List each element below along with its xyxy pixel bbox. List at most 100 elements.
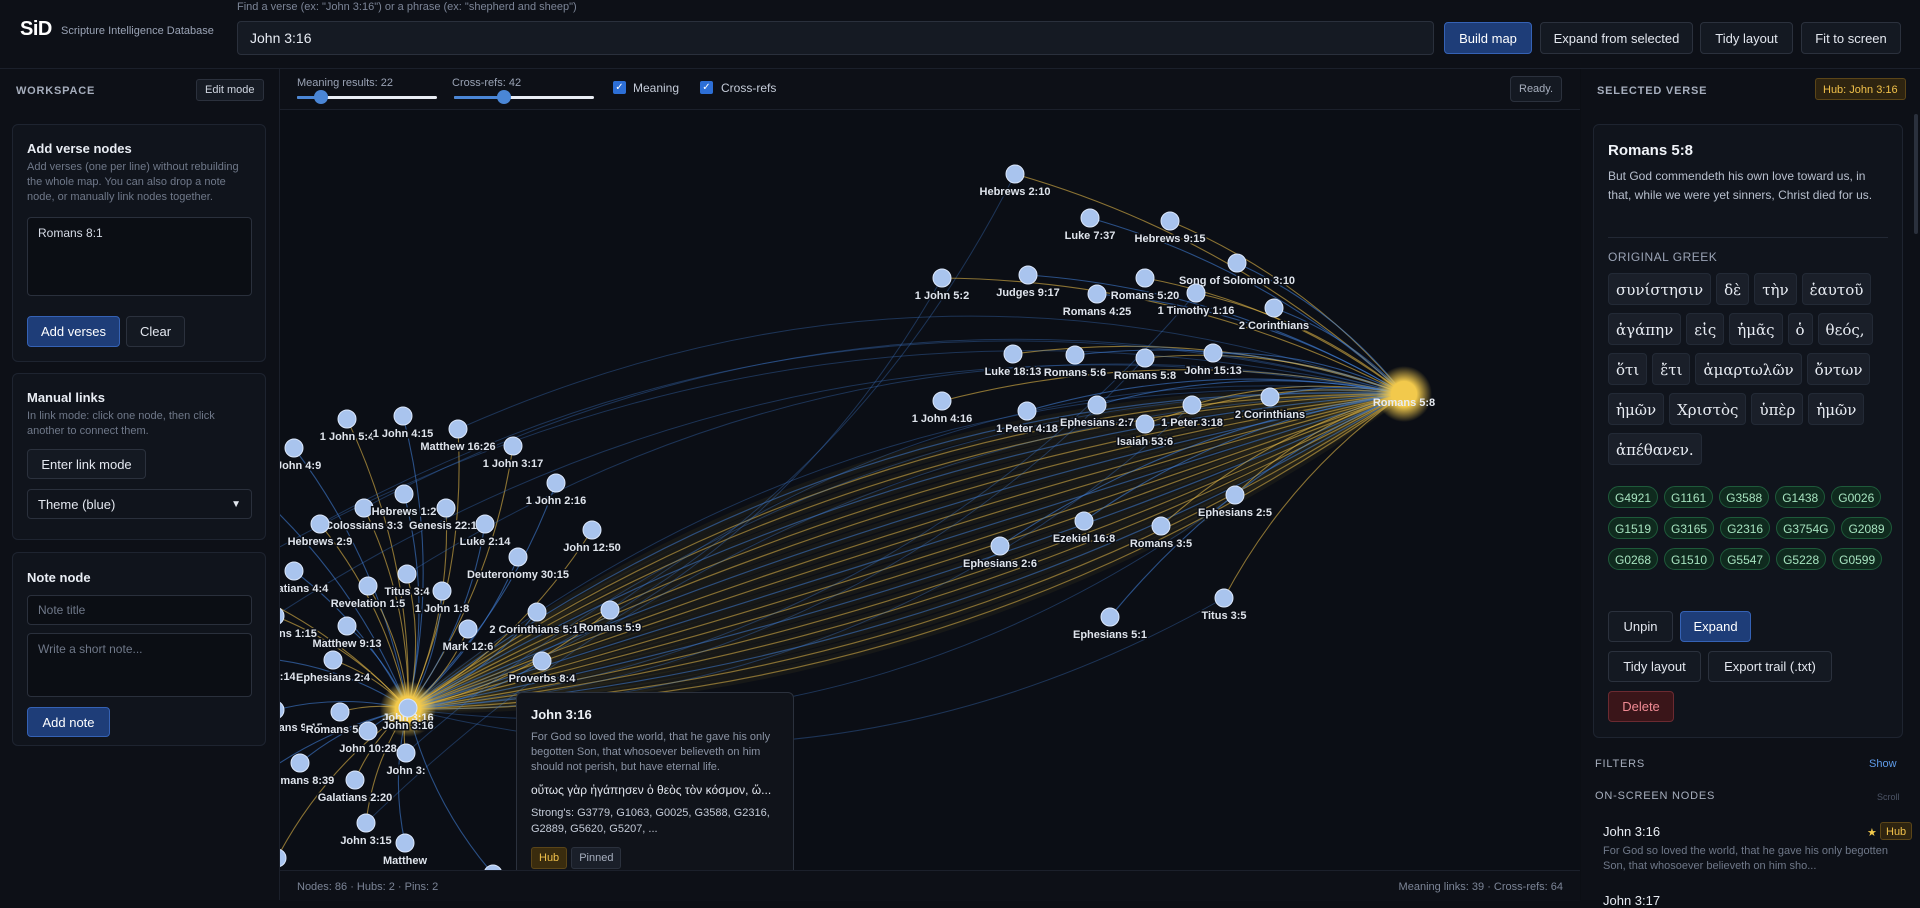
greek-word[interactable]: ἡμῶν <box>1608 393 1664 425</box>
greek-word[interactable]: ἁμαρτωλῶν <box>1695 353 1801 385</box>
verse-node[interactable] <box>1101 608 1119 626</box>
verse-node[interactable] <box>311 515 329 533</box>
verse-node[interactable] <box>359 577 377 595</box>
strongs-tag[interactable]: G1438 <box>1775 486 1825 508</box>
verse-node[interactable] <box>324 651 342 669</box>
verse-node[interactable] <box>504 437 522 455</box>
verse-node[interactable] <box>1228 254 1246 272</box>
verse-node[interactable] <box>601 601 619 619</box>
verse-node[interactable] <box>533 652 551 670</box>
panel-scrollbar[interactable] <box>1914 114 1918 234</box>
expand-from-selected-button[interactable]: Expand from selected <box>1540 22 1693 54</box>
verse-node[interactable] <box>280 849 286 867</box>
verse-node[interactable] <box>285 439 303 457</box>
strongs-tag[interactable]: G1510 <box>1664 548 1714 570</box>
verse-node[interactable] <box>1075 512 1093 530</box>
strongs-tag[interactable]: G3165 <box>1664 517 1714 539</box>
greek-word[interactable]: ἡμῶν <box>1808 393 1864 425</box>
verse-node[interactable] <box>991 537 1009 555</box>
verse-node[interactable] <box>338 617 356 635</box>
verse-node[interactable] <box>359 722 377 740</box>
add-verses-button[interactable]: Add verses <box>27 316 120 347</box>
verse-node[interactable] <box>395 485 413 503</box>
verse-node[interactable] <box>1183 396 1201 414</box>
strongs-tag[interactable]: G0026 <box>1831 486 1881 508</box>
verse-node[interactable] <box>509 548 527 566</box>
verse-node[interactable] <box>547 474 565 492</box>
verse-node[interactable] <box>528 603 546 621</box>
verse-node[interactable] <box>397 744 415 762</box>
tidy-layout-button[interactable]: Tidy layout <box>1700 22 1793 54</box>
greek-word[interactable]: ὄντων <box>1807 353 1871 385</box>
verse-graph[interactable]: John 3:16Romans 5:8Hebrews 2:10Luke 7:37… <box>280 110 1580 870</box>
strongs-tag[interactable]: G2316 <box>1720 517 1770 539</box>
list-item[interactable]: John 3:16 ★ Hub For God so loved the wor… <box>1581 814 1914 874</box>
strongs-tag[interactable]: G0268 <box>1608 548 1658 570</box>
greek-word[interactable]: ὁ <box>1788 313 1813 345</box>
verse-node[interactable] <box>346 771 364 789</box>
greek-word[interactable]: συνίστησιν <box>1608 273 1711 305</box>
verse-node[interactable] <box>1006 165 1024 183</box>
greek-word[interactable]: ἔτι <box>1652 353 1690 385</box>
crossrefs-checkbox[interactable]: ✓ <box>700 81 713 94</box>
verse-node[interactable] <box>291 754 309 772</box>
strongs-tag[interactable]: G4921 <box>1608 486 1658 508</box>
strongs-tag[interactable]: G3754G <box>1776 517 1835 539</box>
verse-node[interactable] <box>933 269 951 287</box>
verse-node[interactable] <box>437 499 455 517</box>
meaning-results-slider[interactable] <box>297 96 437 99</box>
verse-node[interactable] <box>399 699 417 717</box>
enter-link-mode-button[interactable]: Enter link mode <box>27 449 146 479</box>
verse-node[interactable] <box>1161 212 1179 230</box>
verse-node[interactable] <box>1088 396 1106 414</box>
strongs-tag[interactable]: G1161 <box>1664 486 1713 508</box>
verse-node[interactable] <box>1204 344 1222 362</box>
export-trail-button[interactable]: Export trail (.txt) <box>1708 651 1832 682</box>
verse-node[interactable] <box>476 515 494 533</box>
verse-node[interactable] <box>583 521 601 539</box>
strongs-tag[interactable]: G1519 <box>1608 517 1658 539</box>
verse-node[interactable] <box>1088 285 1106 303</box>
greek-word[interactable]: ὅτι <box>1608 353 1647 385</box>
meaning-checkbox[interactable]: ✓ <box>613 81 626 94</box>
search-input[interactable] <box>237 21 1434 55</box>
strongs-tag[interactable]: G2089 <box>1841 517 1891 539</box>
add-note-button[interactable]: Add note <box>27 707 110 737</box>
greek-word[interactable]: εἰς <box>1686 313 1724 345</box>
meaning-slider-thumb[interactable] <box>314 90 328 104</box>
greek-word[interactable]: Χριστὸς <box>1669 393 1746 425</box>
strongs-tag[interactable]: G5228 <box>1776 548 1826 570</box>
verse-node[interactable] <box>1265 299 1283 317</box>
verse-node[interactable] <box>1136 415 1154 433</box>
verse-node[interactable] <box>449 420 467 438</box>
verse-node[interactable] <box>433 582 451 600</box>
verse-node[interactable] <box>396 834 414 852</box>
greek-word[interactable]: δὲ <box>1716 273 1749 305</box>
filters-show-link[interactable]: Show <box>1869 758 1897 770</box>
verse-node[interactable] <box>1152 517 1170 535</box>
greek-word[interactable]: ἡμᾶς <box>1729 313 1782 345</box>
strongs-tag[interactable]: G0599 <box>1832 548 1882 570</box>
verse-node[interactable] <box>331 703 349 721</box>
verse-node[interactable] <box>1187 284 1205 302</box>
note-title-input[interactable]: Note title <box>27 595 252 625</box>
verse-node[interactable] <box>280 701 284 719</box>
verse-node[interactable] <box>338 410 356 428</box>
greek-word[interactable]: τὴν <box>1754 273 1796 305</box>
verse-node[interactable] <box>1226 486 1244 504</box>
verse-node[interactable] <box>933 392 951 410</box>
crossrefs-slider-thumb[interactable] <box>497 90 511 104</box>
crossrefs-slider[interactable] <box>454 96 594 99</box>
strongs-tag[interactable]: G5547 <box>1720 548 1770 570</box>
greek-word[interactable]: ὑπὲρ <box>1751 393 1803 425</box>
verse-node[interactable] <box>1136 269 1154 287</box>
verse-node[interactable] <box>459 620 477 638</box>
verse-node[interactable] <box>1018 402 1036 420</box>
note-body-textarea[interactable]: Write a short note... <box>27 633 252 697</box>
tidy-layout-panel-button[interactable]: Tidy layout <box>1608 651 1701 682</box>
theme-select[interactable]: Theme (blue) ▼ <box>27 489 252 519</box>
fit-to-screen-button[interactable]: Fit to screen <box>1801 22 1901 54</box>
edit-mode-button[interactable]: Edit mode <box>196 79 264 101</box>
verse-node[interactable] <box>285 562 303 580</box>
verse-node[interactable] <box>1081 209 1099 227</box>
